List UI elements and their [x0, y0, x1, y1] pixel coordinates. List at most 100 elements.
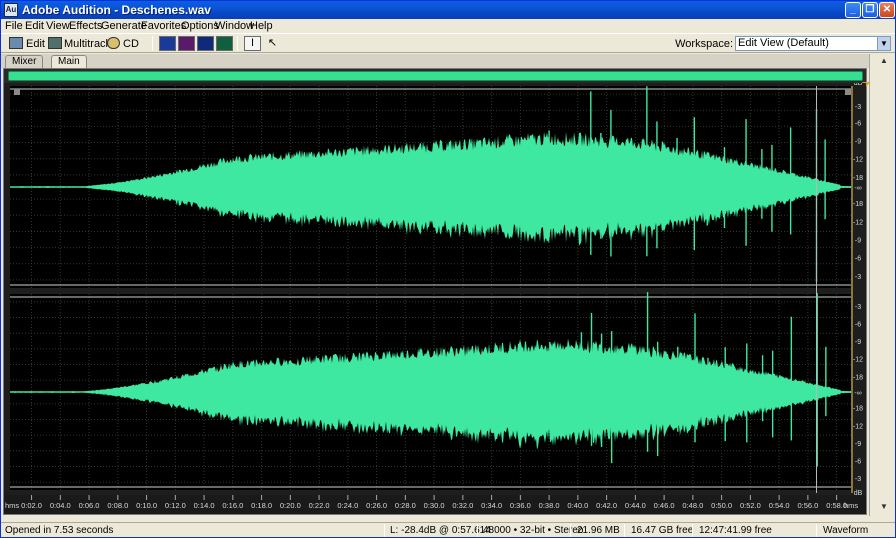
- status-view-mode: Waveform: [823, 525, 869, 536]
- workspace-dropdown[interactable]: Edit View (Default) ▼: [735, 36, 891, 51]
- status-separator: [384, 524, 385, 537]
- multitrack-view-icon[interactable]: [48, 37, 62, 49]
- menu-bar: File Edit View Effects Generate Favorite…: [1, 19, 895, 33]
- status-separator: [692, 524, 693, 537]
- db-scale-label: dB: [854, 83, 863, 87]
- menu-edit[interactable]: Edit: [25, 20, 44, 32]
- time-tick-label: 0:22.0: [309, 501, 330, 510]
- db-scale-label: -6: [855, 459, 861, 466]
- window-title: Adobe Audition - Deschenes.wav: [22, 3, 211, 17]
- edit-view-label[interactable]: Edit: [26, 38, 45, 50]
- time-tick-label: 0:36.0: [510, 501, 531, 510]
- time-tick-label: 0:46.0: [654, 501, 675, 510]
- db-scale-label: -18: [853, 406, 863, 413]
- minimize-button[interactable]: _: [845, 2, 861, 18]
- time-tick-label: 0:54.0: [769, 501, 790, 510]
- marquee-tool-button[interactable]: ↖: [264, 36, 281, 51]
- time-tick-label: 0:52.0: [740, 501, 761, 510]
- chevron-down-icon[interactable]: ▼: [877, 37, 890, 50]
- time-tick-label: 0:34.0: [481, 501, 502, 510]
- time-tick-label: 0:32.0: [452, 501, 473, 510]
- close-button[interactable]: ✕: [879, 2, 895, 18]
- workspace-label: Workspace:: [675, 38, 733, 50]
- db-scale-label: -3: [855, 274, 861, 281]
- edit-view-icon[interactable]: [9, 37, 23, 49]
- time-tick-label: 0:38.0: [539, 501, 560, 510]
- status-file-size: 21.96 MB: [577, 525, 620, 536]
- db-scale-label: -18: [853, 175, 863, 182]
- time-tick-label: 0:58.0: [826, 501, 847, 510]
- spectral-pan-button[interactable]: [197, 36, 214, 51]
- time-tick-label: 0:04.0: [50, 501, 71, 510]
- cd-view-icon[interactable]: [107, 37, 120, 49]
- status-free-time: 12:47:41.99 free: [699, 525, 772, 536]
- status-format: 48000 • 32-bit • Stereo: [483, 525, 584, 536]
- menu-generate[interactable]: Generate: [101, 20, 147, 32]
- title-bar[interactable]: Au Adobe Audition - Deschenes.wav _ ❐ ✕: [1, 1, 895, 19]
- time-tick-label: 0:08.0: [107, 501, 128, 510]
- db-scale-label: -3: [855, 104, 861, 111]
- db-scale-label: -∞: [854, 390, 861, 397]
- db-scale-label: -12: [853, 357, 863, 364]
- cd-view-label[interactable]: CD: [123, 38, 139, 50]
- waveform-display[interactable]: dB -3 -6 -9 -12 -18 -∞ -18 -12 -9 -6 -3 -3 -6 -9 -12 -18…: [4, 83, 866, 514]
- menu-help[interactable]: Help: [250, 20, 273, 32]
- status-separator: [816, 524, 817, 537]
- spectral-view-button[interactable]: [178, 36, 195, 51]
- application-window: Au Adobe Audition - Deschenes.wav _ ❐ ✕ …: [0, 0, 896, 538]
- multitrack-view-label[interactable]: Multitrack: [64, 38, 111, 50]
- overview-bar[interactable]: [8, 71, 863, 81]
- menu-window[interactable]: Window: [215, 20, 254, 32]
- time-tick-label: 0:56.0: [797, 501, 818, 510]
- waveform-view-button[interactable]: [159, 36, 176, 51]
- status-level: L: -28.4dB @ 0:57.614: [390, 525, 491, 536]
- scroll-down-icon[interactable]: ▼: [879, 502, 889, 512]
- status-separator: [477, 524, 478, 537]
- status-free-space: 16.47 GB free: [631, 525, 694, 536]
- time-tick-label: 0:02.0: [21, 501, 42, 510]
- menu-effects[interactable]: Effects: [69, 20, 102, 32]
- time-tick-label: 0:28.0: [395, 501, 416, 510]
- db-scale-label: -6: [855, 321, 861, 328]
- db-scale-label: -6: [855, 256, 861, 263]
- panel-tab-row: Mixer Main: [1, 54, 895, 68]
- menu-favorites[interactable]: Favorites: [141, 20, 186, 32]
- time-tick-label: 0:18.0: [251, 501, 272, 510]
- db-scale-label: -18: [853, 201, 863, 208]
- status-separator: [624, 524, 625, 537]
- tab-mixer[interactable]: Mixer: [5, 55, 44, 68]
- time-tick-label: 0:44.0: [625, 501, 646, 510]
- audition-app-icon[interactable]: Au: [4, 3, 18, 17]
- status-bar: Opened in 7.53 seconds L: -28.4dB @ 0:57…: [1, 522, 895, 537]
- time-tick-label: 0:26.0: [366, 501, 387, 510]
- time-tick-label: 0:48.0: [682, 501, 703, 510]
- toolbar-separator: [237, 36, 238, 51]
- time-tick-label: 0:42.0: [596, 501, 617, 510]
- time-tick-label: 0:40.0: [567, 501, 588, 510]
- time-tick-label: 0:30.0: [424, 501, 445, 510]
- right-zoom-handle: [845, 89, 851, 95]
- time-tick-label: 0:16.0: [222, 501, 243, 510]
- maximize-button[interactable]: ❐: [862, 2, 878, 18]
- scroll-up-icon[interactable]: ▲: [879, 56, 889, 66]
- phase-view-button[interactable]: [216, 36, 233, 51]
- tab-main[interactable]: Main: [51, 55, 87, 68]
- time-selection-tool-button[interactable]: I: [244, 36, 261, 51]
- time-tick-label: 0:06.0: [79, 501, 100, 510]
- menu-file[interactable]: File: [5, 20, 23, 32]
- close-icon: ✕: [882, 4, 892, 15]
- db-scale-label: -3: [855, 304, 861, 311]
- db-scale-label: -12: [853, 157, 863, 164]
- db-scale-label: -∞: [854, 185, 861, 192]
- waveform-editor[interactable]: dB -3 -6 -9 -12 -18 -∞ -18 -12 -9 -6 -3 -3 -6 -9 -12 -18…: [3, 68, 870, 515]
- db-scale-label: -3: [855, 476, 861, 483]
- db-scale-label: -9: [855, 238, 861, 245]
- menu-view[interactable]: View: [46, 20, 70, 32]
- time-tick-label: 0:20.0: [280, 501, 301, 510]
- status-message: Opened in 7.53 seconds: [5, 525, 114, 536]
- menu-options[interactable]: Options: [181, 20, 219, 32]
- db-scale-label: -9: [855, 139, 861, 146]
- vertical-scrollbar[interactable]: ▲ ▼: [869, 54, 895, 516]
- workspace-value: Edit View (Default): [738, 37, 829, 49]
- time-tick-label: 0:10.0: [136, 501, 157, 510]
